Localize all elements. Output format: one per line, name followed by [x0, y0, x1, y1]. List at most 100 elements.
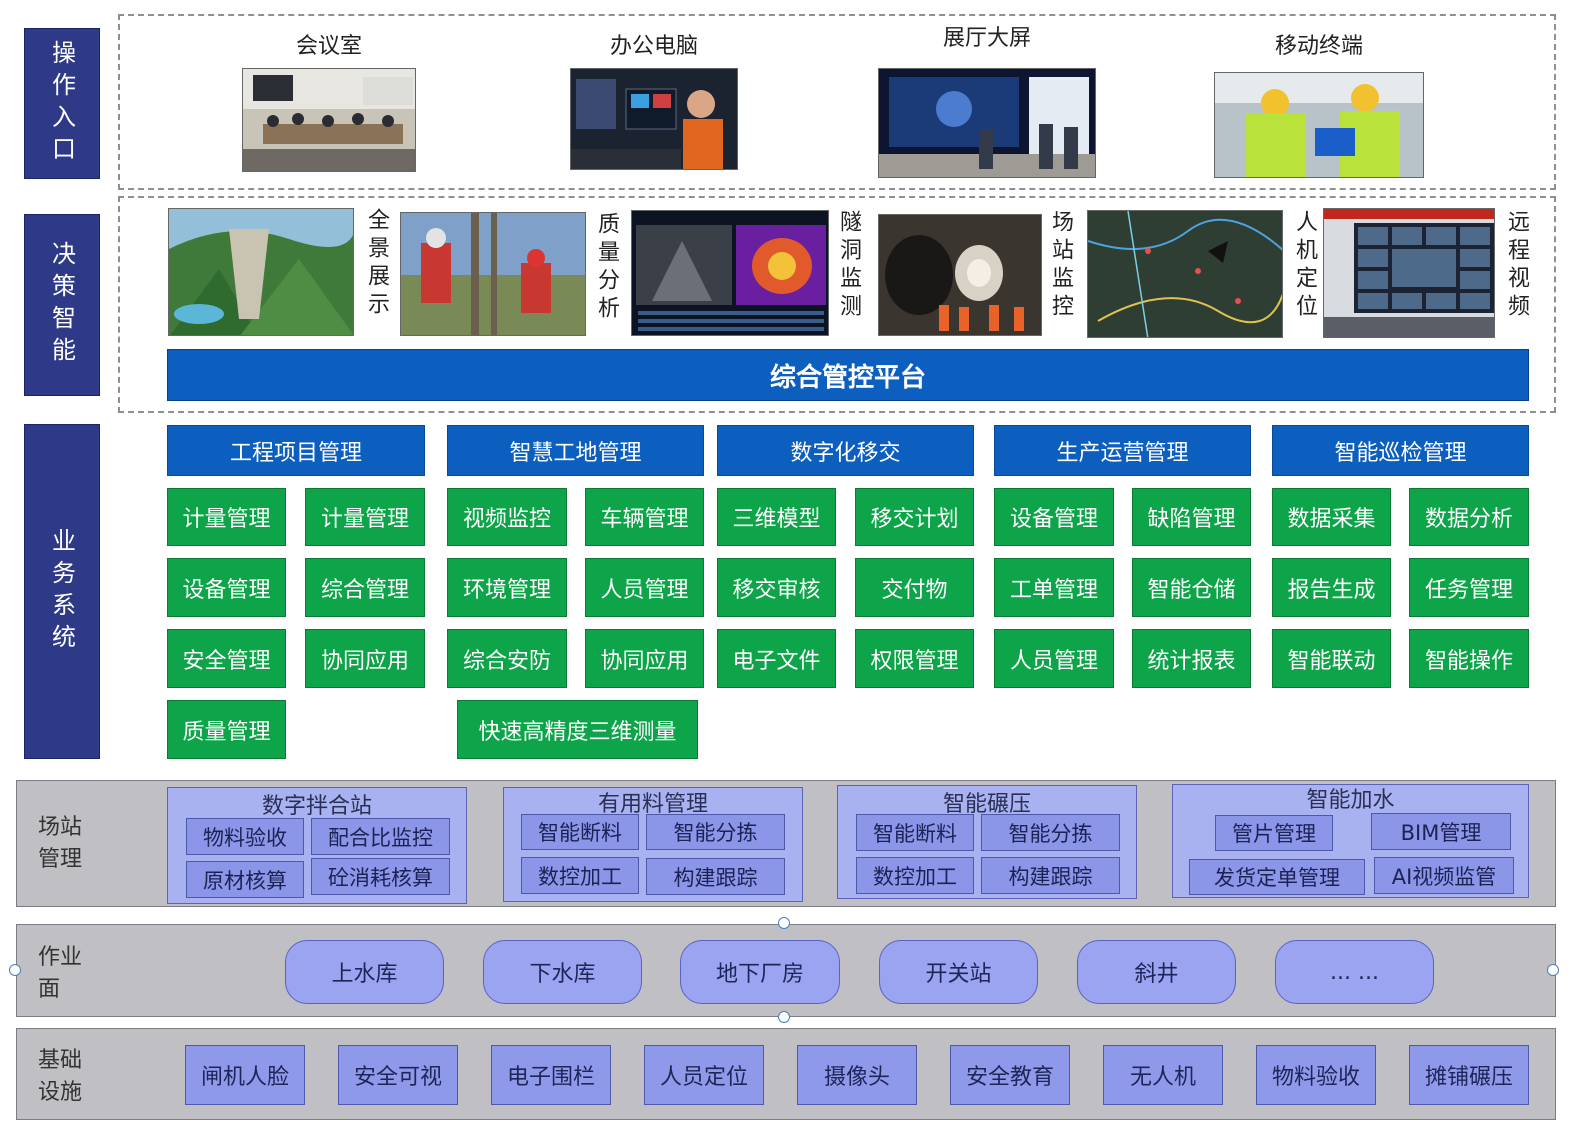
infra-item: 摊铺碾压	[1409, 1045, 1529, 1105]
work-item: 开关站	[879, 940, 1038, 1004]
module-item: 移交计划	[855, 488, 974, 546]
decision-caption-station: 场站监控	[1048, 210, 1073, 322]
station-monitor-photo	[878, 214, 1042, 336]
station-item: 构建跟踪	[981, 857, 1120, 894]
work-item: 斜井	[1077, 940, 1236, 1004]
module-item: 移交审核	[717, 558, 836, 617]
station-item: 构建跟踪	[646, 858, 785, 895]
business-header-5: 智能巡检管理	[1272, 425, 1529, 476]
module-item: 统计报表	[1132, 629, 1251, 688]
station-group-title: 智能加水	[1306, 788, 1395, 813]
module-item: 设备管理	[994, 488, 1114, 546]
station-item: 发货定单管理	[1189, 859, 1365, 895]
module-item: 人员管理	[585, 558, 704, 617]
station-item: 智能断料	[521, 814, 639, 850]
module-item: 质量管理	[167, 700, 286, 759]
infra-item: 安全可视	[338, 1045, 458, 1105]
work-item: 上水库	[285, 940, 444, 1004]
station-item: 物料验收	[186, 818, 304, 855]
module-item: 快速高精度三维测量	[457, 700, 698, 759]
infra-item: 物料验收	[1256, 1045, 1376, 1105]
module-item: 协同应用	[305, 629, 425, 688]
station-item: BIM管理	[1371, 813, 1511, 850]
infra-band-label: 基础 设施	[38, 1048, 83, 1105]
mobile-terminal-photo	[1214, 72, 1424, 178]
module-item: 计量管理	[305, 488, 425, 546]
selection-handle	[9, 964, 21, 976]
office-computer-photo	[570, 68, 738, 170]
station-group-title: 数字拌合站	[261, 794, 372, 819]
station-item: 砼消耗核算	[311, 858, 450, 895]
selection-handle	[778, 1011, 790, 1023]
module-item: 数据采集	[1272, 488, 1391, 546]
decision-caption-position: 人机定位	[1292, 210, 1317, 322]
decision-caption-tunnel: 隧洞监测	[836, 210, 861, 322]
side-label-decision: 决策智能	[24, 214, 100, 396]
module-item: 设备管理	[167, 558, 286, 617]
side-label-business: 业务系统	[24, 424, 100, 759]
business-header-3: 数字化移交	[717, 425, 974, 476]
station-item: 智能分拣	[646, 814, 785, 850]
module-item: 任务管理	[1409, 558, 1529, 617]
exhibition-screen-photo	[878, 68, 1096, 178]
module-item: 数据分析	[1409, 488, 1529, 546]
station-item: 管片管理	[1215, 815, 1333, 851]
business-header-2: 智慧工地管理	[447, 425, 704, 476]
station-item: 数控加工	[856, 857, 974, 894]
module-item: 报告生成	[1272, 558, 1391, 617]
module-item: 权限管理	[855, 629, 974, 688]
station-item: 配合比监控	[311, 818, 450, 855]
platform-bar: 综合管控平台	[167, 349, 1529, 401]
work-item: 下水库	[483, 940, 642, 1004]
module-item: 人员管理	[994, 629, 1114, 688]
module-item: 电子文件	[717, 629, 836, 688]
module-item: 车辆管理	[585, 488, 704, 546]
module-item: 交付物	[855, 558, 974, 617]
infra-item: 电子围栏	[491, 1045, 611, 1105]
entry-caption-office: 办公电脑	[609, 34, 698, 59]
meeting-room-photo	[242, 68, 416, 172]
decision-caption-panorama: 全景展示	[364, 208, 389, 320]
panorama-photo	[168, 208, 354, 336]
infra-item: 无人机	[1103, 1045, 1223, 1105]
side-label-entry: 操作入口	[24, 28, 100, 179]
infra-item: 人员定位	[644, 1045, 764, 1105]
infra-item: 安全教育	[950, 1045, 1070, 1105]
decision-caption-quality: 质量分析	[594, 212, 619, 324]
work-item: ... ...	[1275, 940, 1434, 1004]
module-item: 协同应用	[585, 629, 704, 688]
module-item: 工单管理	[994, 558, 1114, 617]
module-item: 智能操作	[1409, 629, 1529, 688]
module-item: 智能联动	[1272, 629, 1391, 688]
module-item: 缺陷管理	[1132, 488, 1251, 546]
work-band-label: 作业 面	[38, 945, 83, 1002]
tunnel-monitor-photo	[631, 210, 829, 336]
module-item: 环境管理	[447, 558, 567, 617]
infra-item: 摄像头	[797, 1045, 917, 1105]
business-header-1: 工程项目管理	[167, 425, 425, 476]
station-band-label: 场站 管理	[38, 815, 83, 872]
entry-caption-hall: 展厅大屏	[942, 26, 1031, 51]
entry-caption-mobile: 移动终端	[1274, 34, 1363, 59]
module-item: 计量管理	[167, 488, 286, 546]
selection-handle	[1547, 964, 1559, 976]
module-item: 综合安防	[447, 629, 567, 688]
station-item: 数控加工	[521, 857, 639, 894]
module-item: 安全管理	[167, 629, 286, 688]
module-item: 视频监控	[447, 488, 567, 546]
selection-handle	[778, 917, 790, 929]
entry-caption-meeting: 会议室	[295, 34, 362, 59]
station-item: AI视频监管	[1374, 857, 1514, 894]
remote-video-photo	[1323, 208, 1495, 338]
station-item: 智能断料	[856, 814, 974, 851]
station-item: 智能分拣	[981, 814, 1120, 851]
module-item: 综合管理	[305, 558, 425, 617]
decision-caption-video: 远程视频	[1504, 210, 1529, 322]
business-header-4: 生产运营管理	[994, 425, 1251, 476]
module-item: 智能仓储	[1132, 558, 1251, 617]
positioning-map-photo	[1087, 210, 1283, 338]
quality-analysis-photo	[400, 212, 586, 336]
work-item: 地下厂房	[680, 940, 840, 1004]
station-item: 原材核算	[186, 861, 304, 898]
infra-item: 闸机人脸	[185, 1045, 305, 1105]
